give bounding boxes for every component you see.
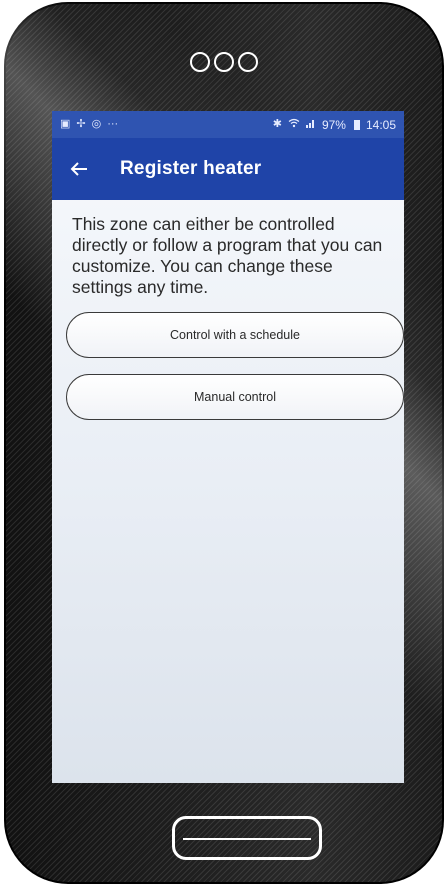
bluetooth-icon: ✱	[272, 118, 282, 130]
sync-icon: ✢	[76, 118, 86, 130]
speaker-dot	[190, 52, 210, 72]
status-left: ▣ ✢ ◎ ···	[60, 119, 118, 130]
battery-percent: 97%	[321, 117, 346, 132]
phone-screen: ▣ ✢ ◎ ··· ✱ 97% 14:05 Register heater Th…	[52, 111, 404, 783]
main-content: This zone can either be controlled direc…	[52, 200, 404, 420]
signal-icon	[305, 118, 316, 131]
intro-text: This zone can either be controlled direc…	[72, 214, 383, 297]
more-icon: ···	[107, 118, 119, 130]
speaker-dot	[214, 52, 234, 72]
home-button[interactable]	[172, 816, 322, 860]
manual-control-button[interactable]: Manual control	[66, 374, 404, 420]
back-arrow-icon[interactable]	[68, 158, 90, 180]
app-bar: Register heater	[52, 138, 404, 200]
speaker-dot	[238, 52, 258, 72]
control-with-schedule-button[interactable]: Control with a schedule	[66, 312, 404, 358]
speaker-grille	[190, 52, 258, 72]
notification-icon: ◎	[91, 118, 102, 130]
status-bar: ▣ ✢ ◎ ··· ✱ 97% 14:05	[52, 111, 404, 138]
status-time: 14:05	[365, 117, 396, 132]
page-title: Register heater	[120, 158, 262, 179]
manual-control-label: Manual control	[194, 390, 276, 404]
status-right: ✱ 97% 14:05	[273, 118, 396, 132]
wifi-icon	[288, 118, 300, 131]
home-button-line	[183, 838, 311, 840]
image-icon: ▣	[60, 118, 71, 130]
control-with-schedule-label: Control with a schedule	[170, 328, 300, 342]
phone-frame: ▣ ✢ ◎ ··· ✱ 97% 14:05 Register heater Th…	[4, 2, 444, 884]
battery-icon	[353, 119, 360, 130]
